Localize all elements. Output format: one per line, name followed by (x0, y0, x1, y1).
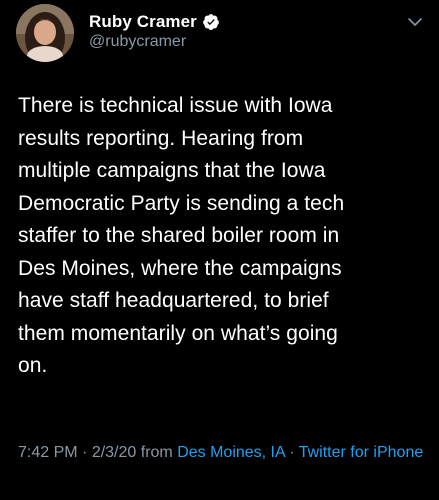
avatar-photo (16, 4, 74, 62)
tweet-card: Ruby Cramer @rubycramer There is technic… (0, 0, 439, 500)
author-handle[interactable]: @rubycramer (89, 33, 186, 51)
avatar[interactable] (16, 4, 74, 62)
location-link[interactable]: Des Moines, IA (177, 444, 285, 461)
source-link[interactable]: Twitter for iPhone (299, 444, 424, 461)
meta-separator-2: · (284, 444, 299, 461)
from-label: from (136, 444, 178, 461)
author-name[interactable]: Ruby Cramer (89, 12, 197, 32)
tweet-meta: 7:42 PM · 2/3/20 from Des Moines, IA · T… (18, 441, 428, 464)
author-name-row: Ruby Cramer (89, 10, 220, 34)
verified-badge-icon (202, 13, 220, 31)
tweet-time[interactable]: 7:42 PM (18, 444, 78, 461)
tweet-date[interactable]: 2/3/20 (92, 444, 136, 461)
tweet-text: There is technical issue with Iowa resul… (18, 94, 345, 377)
chevron-down-icon[interactable] (407, 14, 423, 30)
meta-separator: · (77, 444, 92, 461)
